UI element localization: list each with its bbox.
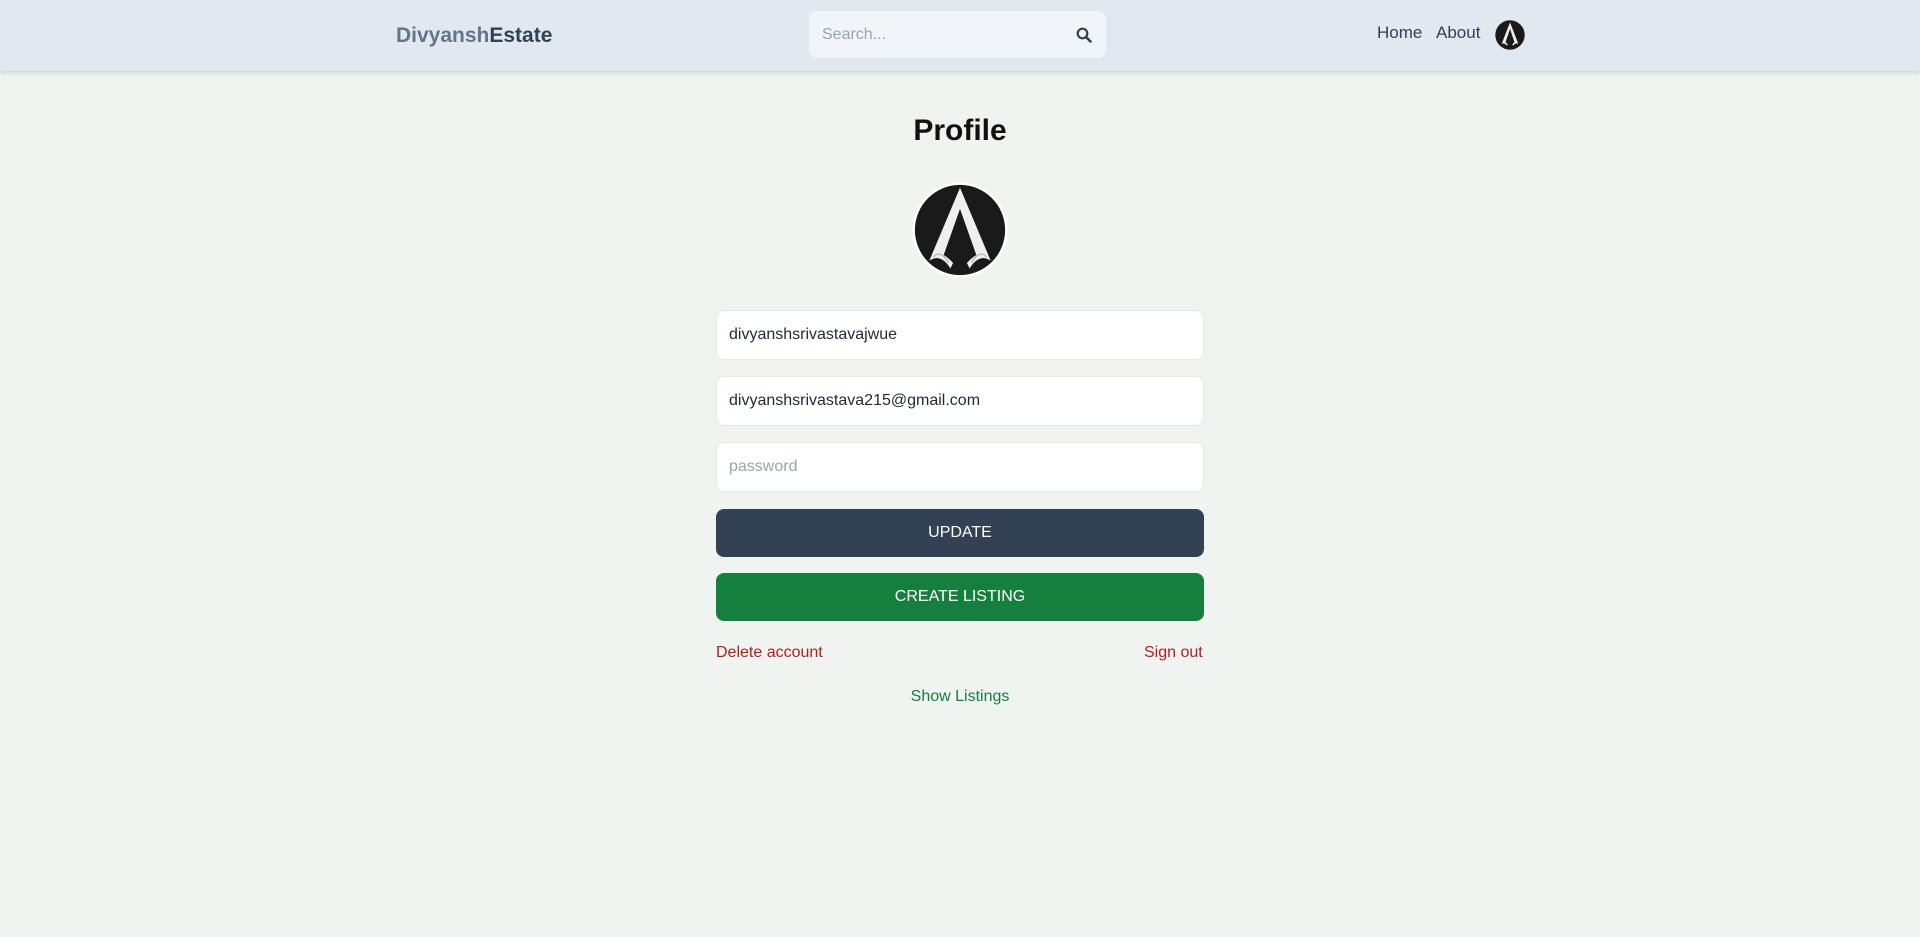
search-input[interactable] xyxy=(822,25,1062,44)
sign-out-link[interactable]: Sign out xyxy=(1144,644,1203,662)
search-form xyxy=(809,11,1106,58)
nav-link-home[interactable]: Home xyxy=(1377,23,1422,43)
header-avatar-icon[interactable] xyxy=(1495,20,1525,50)
brand-logo[interactable]: DivyanshEstate xyxy=(396,23,552,49)
search-icon[interactable] xyxy=(1072,23,1096,47)
show-listings-row: Show Listings xyxy=(0,688,1920,706)
create-listing-button[interactable]: CREATE LISTING xyxy=(716,573,1204,621)
show-listings-link[interactable]: Show Listings xyxy=(911,688,1010,705)
page-title: Profile xyxy=(913,114,1007,147)
password-field[interactable] xyxy=(716,442,1204,492)
brand-name-part1: Divyansh xyxy=(396,24,490,47)
brand-name-part2: Estate xyxy=(489,24,553,47)
top-header: DivyanshEstate Home About xyxy=(0,0,1920,71)
profile-avatar-icon[interactable] xyxy=(912,182,1008,278)
delete-account-link[interactable]: Delete account xyxy=(716,644,823,662)
email-field[interactable] xyxy=(716,376,1204,426)
nav-link-about[interactable]: About xyxy=(1436,23,1480,43)
update-button[interactable]: UPDATE xyxy=(716,509,1204,557)
username-field[interactable] xyxy=(716,310,1204,360)
